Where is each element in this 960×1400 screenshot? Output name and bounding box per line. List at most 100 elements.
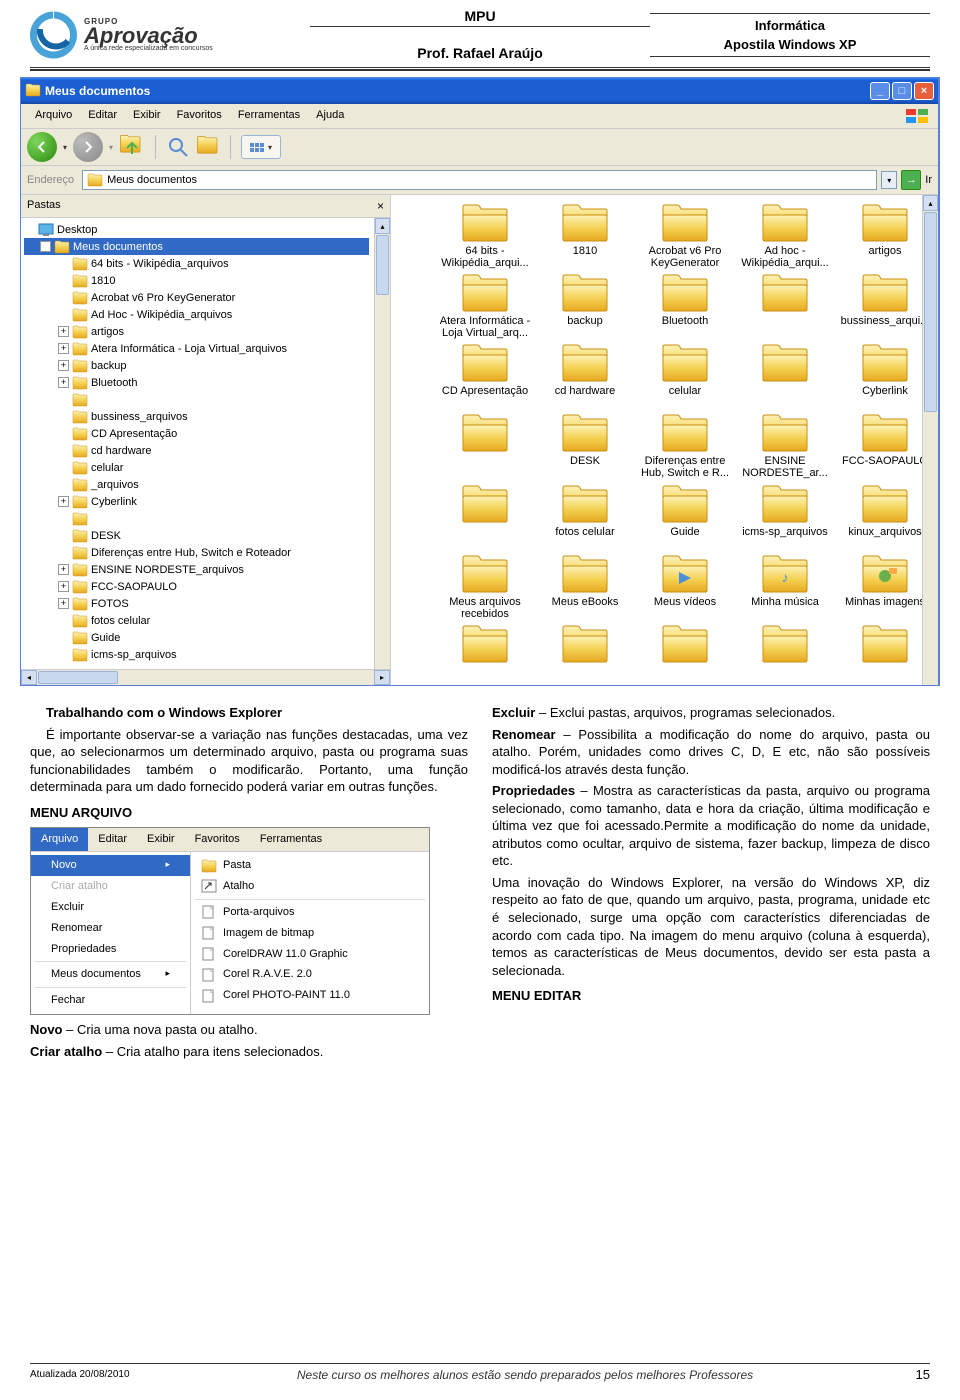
tree-item[interactable]: +Atera Informática - Loja Virtual_arquiv… (24, 340, 369, 357)
close-button[interactable]: × (914, 82, 934, 100)
menu-item[interactable]: Excluir (31, 897, 190, 918)
menu-item[interactable]: Arquivo (31, 828, 88, 851)
tree-item[interactable]: Ad Hoc - Wikipédia_arquivos (24, 306, 369, 323)
folder-item[interactable]: kinux_arquivos (835, 484, 935, 550)
forward-button[interactable] (73, 132, 103, 162)
tree-item[interactable]: +Cyberlink (24, 493, 369, 510)
folder-item[interactable]: Diferenças entre Hub, Switch e R... (635, 413, 735, 479)
folder-item[interactable]: Ad hoc - Wikipédia_arqui... (735, 203, 835, 269)
expand-icon[interactable]: + (58, 598, 69, 609)
tree-item[interactable]: DESK (24, 527, 369, 544)
folder-item[interactable]: DESK (535, 413, 635, 479)
tree-item[interactable]: CD Apresentação (24, 425, 369, 442)
folder-item[interactable]: Bluetooth (635, 273, 735, 339)
folder-item[interactable] (735, 624, 835, 685)
folder-item[interactable]: ENSINE NORDESTE_ar... (735, 413, 835, 479)
folder-item[interactable]: Minhas imagens (835, 554, 935, 620)
folder-item[interactable] (735, 273, 835, 339)
menu-favoritos[interactable]: Favoritos (169, 107, 230, 125)
folder-item[interactable]: Meus eBooks (535, 554, 635, 620)
menu-item[interactable]: Meus documentos▸ (31, 964, 190, 985)
submenu-item[interactable]: Porta-arquivos (191, 902, 429, 923)
folder-item[interactable]: icms-sp_arquivos (735, 484, 835, 550)
back-button[interactable] (27, 132, 57, 162)
folder-item[interactable]: bussiness_arqui... (835, 273, 935, 339)
maximize-button[interactable]: □ (892, 82, 912, 100)
folder-item[interactable] (635, 624, 735, 685)
expand-icon[interactable]: - (40, 241, 51, 252)
folder-item[interactable] (435, 413, 535, 479)
tree-item[interactable]: Diferenças entre Hub, Switch e Roteador (24, 544, 369, 561)
menu-item[interactable]: Renomear (31, 918, 190, 939)
menu-exibir[interactable]: Exibir (125, 107, 169, 125)
folder-item[interactable] (535, 624, 635, 685)
folder-item[interactable]: FCC-SAOPAULO (835, 413, 935, 479)
folder-item[interactable] (435, 624, 535, 685)
folder-item[interactable] (735, 343, 835, 409)
menu-item[interactable]: Propriedades (31, 939, 190, 960)
expand-icon[interactable]: + (58, 343, 69, 354)
up-button[interactable] (119, 134, 145, 160)
address-input[interactable]: Meus documentos (82, 170, 877, 190)
folder-item[interactable]: Acrobat v6 Pro KeyGenerator (635, 203, 735, 269)
close-tree-icon[interactable]: × (377, 199, 384, 213)
menu-item[interactable]: Novo▸ (31, 855, 190, 876)
menu-item[interactable]: Editar (88, 828, 137, 851)
tree-item[interactable] (24, 510, 369, 527)
expand-icon[interactable]: + (58, 360, 69, 371)
expand-icon[interactable]: + (58, 326, 69, 337)
tree-item[interactable] (24, 391, 369, 408)
tree-item[interactable]: +backup (24, 357, 369, 374)
menu-editar[interactable]: Editar (80, 107, 125, 125)
submenu-item[interactable]: Corel PHOTO-PAINT 11.0 (191, 985, 429, 1006)
minimize-button[interactable]: _ (870, 82, 890, 100)
tree-item[interactable]: icms-sp_arquivos (24, 646, 369, 663)
tree-item[interactable]: -Meus documentos (24, 238, 369, 255)
submenu-item[interactable]: Pasta (191, 855, 429, 876)
menu-item[interactable]: Fechar (31, 990, 190, 1011)
folder-item[interactable]: 64 bits - Wikipédia_arqui... (435, 203, 535, 269)
tree-item[interactable]: Desktop (24, 221, 369, 238)
tree-item[interactable]: fotos celular (24, 612, 369, 629)
tree-item[interactable]: bussiness_arquivos (24, 408, 369, 425)
folder-item[interactable]: ♪Minha música (735, 554, 835, 620)
tree-item[interactable]: +ENSINE NORDESTE_arquivos (24, 561, 369, 578)
folder-item[interactable]: Atera Informática - Loja Virtual_arq... (435, 273, 535, 339)
scroll-thumb[interactable] (924, 212, 937, 412)
expand-icon[interactable]: + (58, 564, 69, 575)
tree-item[interactable]: cd hardware (24, 442, 369, 459)
folder-item[interactable]: Meus arquivos recebidos (435, 554, 535, 620)
folder-item[interactable]: 1810 (535, 203, 635, 269)
folder-item[interactable]: cd hardware (535, 343, 635, 409)
icons-vscrollbar[interactable]: ▴ (922, 195, 938, 685)
menu-ferramentas[interactable]: Ferramentas (230, 107, 308, 125)
folder-item[interactable]: fotos celular (535, 484, 635, 550)
tree-item[interactable]: _arquivos (24, 476, 369, 493)
tree-item[interactable]: Guide (24, 629, 369, 646)
scroll-up-icon[interactable]: ▴ (375, 218, 390, 234)
submenu-item[interactable]: CorelDRAW 11.0 Graphic (191, 944, 429, 965)
scroll-left-icon[interactable]: ◂ (21, 670, 37, 685)
titlebar[interactable]: Meus documentos _ □ × (21, 78, 938, 104)
tree-item[interactable]: +Bluetooth (24, 374, 369, 391)
expand-icon[interactable]: + (58, 496, 69, 507)
menu-item[interactable]: Ferramentas (250, 828, 332, 851)
expand-icon[interactable]: + (58, 377, 69, 388)
tree-item[interactable]: +FCC-SAOPAULO (24, 578, 369, 595)
folder-item[interactable]: Meus vídeos (635, 554, 735, 620)
menu-arquivo[interactable]: Arquivo (27, 107, 80, 125)
tree-item[interactable]: 64 bits - Wikipédia_arquivos (24, 255, 369, 272)
tree-item[interactable]: celular (24, 459, 369, 476)
tree-item[interactable]: Acrobat v6 Pro KeyGenerator (24, 289, 369, 306)
folder-item[interactable]: Cyberlink (835, 343, 935, 409)
submenu-item[interactable]: Atalho (191, 876, 429, 897)
scroll-thumb[interactable] (38, 671, 118, 684)
tree-vscrollbar[interactable]: ▴ (374, 218, 390, 669)
view-dropdown[interactable]: ▾ (241, 135, 281, 159)
menu-item[interactable]: Exibir (137, 828, 185, 851)
folder-item[interactable]: Guide (635, 484, 735, 550)
go-button[interactable]: → (901, 170, 921, 190)
menu-ajuda[interactable]: Ajuda (308, 107, 352, 125)
folder-item[interactable]: CD Apresentação (435, 343, 535, 409)
folder-item[interactable]: backup (535, 273, 635, 339)
